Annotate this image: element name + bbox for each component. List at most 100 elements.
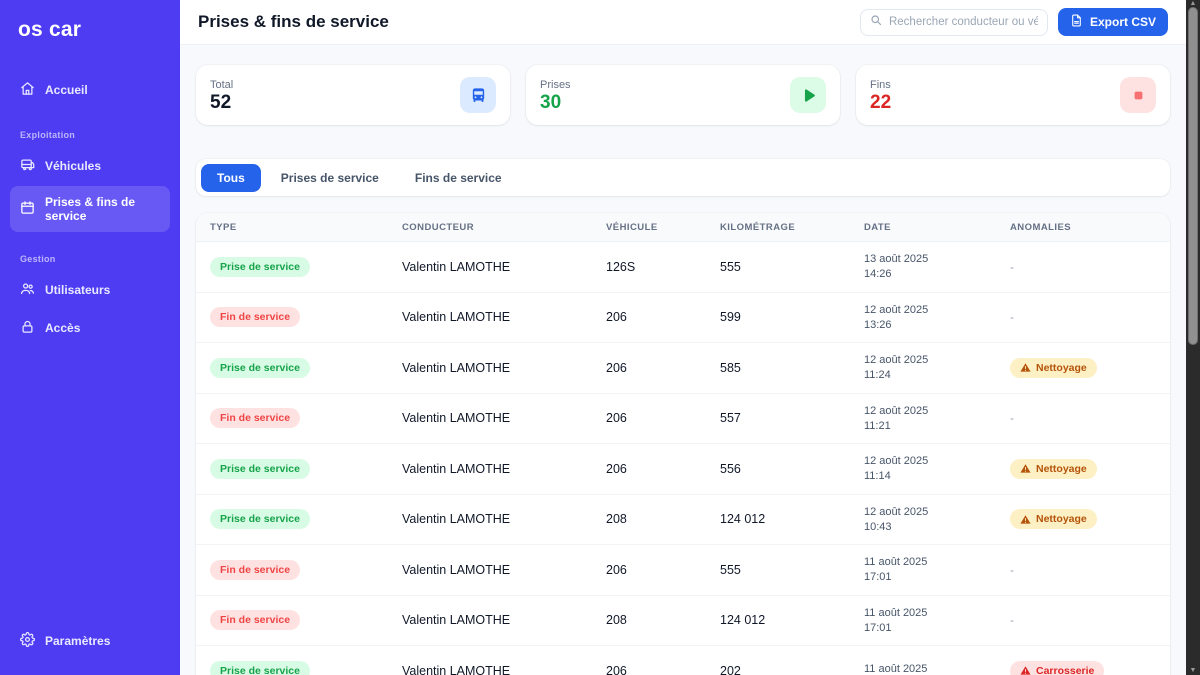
anomaly-label: Nettoyage xyxy=(1036,513,1087,525)
date-cell: 12 août 2025 10:43 xyxy=(850,506,996,533)
type-cell: Prise de service xyxy=(196,358,388,378)
table-row[interactable]: Prise de service Valentin LAMOTHE 206 58… xyxy=(196,343,1170,394)
type-cell: Prise de service xyxy=(196,257,388,277)
anomalies-cell: - xyxy=(996,308,1170,326)
app-logo: os car xyxy=(10,16,170,42)
conducteur-cell: Valentin LAMOTHE xyxy=(388,563,592,577)
time-text: 10:43 xyxy=(864,521,982,533)
table-row[interactable]: Prise de service Valentin LAMOTHE 206 20… xyxy=(196,646,1170,675)
tab-tous[interactable]: Tous xyxy=(201,164,261,192)
search-input[interactable] xyxy=(889,16,1038,28)
sidebar-item-label: Accès xyxy=(45,321,80,335)
tabs-strip: Tous Prises de service Fins de service xyxy=(196,159,1170,196)
stat-label: Prises xyxy=(540,79,571,91)
sidebar-item-label: Utilisateurs xyxy=(45,283,110,297)
sidebar-item-acces[interactable]: Accès xyxy=(10,310,170,346)
date-text: 12 août 2025 xyxy=(864,304,982,316)
anomaly-label: Nettoyage xyxy=(1036,362,1087,374)
csv-file-icon xyxy=(1070,14,1083,30)
kilometrage-cell: 556 xyxy=(706,462,850,476)
column-header-kilometrage: Kilométrage xyxy=(706,222,850,233)
search-box[interactable] xyxy=(860,9,1048,36)
anomaly-badge: Nettoyage xyxy=(1010,459,1097,479)
scrollbar-thumb[interactable] xyxy=(1188,7,1198,345)
date-cell: 11 août 2025 xyxy=(850,663,996,675)
column-header-conducteur: Conducteur xyxy=(388,222,592,233)
table-row[interactable]: Prise de service Valentin LAMOTHE 208 12… xyxy=(196,495,1170,546)
scrollbar-down-arrow[interactable]: ▼ xyxy=(1186,667,1200,675)
anomaly-badge: Carrosserie xyxy=(1010,661,1104,675)
kilometrage-cell: 555 xyxy=(706,563,850,577)
date-cell: 11 août 2025 17:01 xyxy=(850,556,996,583)
conducteur-cell: Valentin LAMOTHE xyxy=(388,613,592,627)
tab-fins-de-service[interactable]: Fins de service xyxy=(399,164,518,192)
window-scrollbar[interactable]: ▲ ▼ xyxy=(1186,0,1200,675)
no-anomaly-dash: - xyxy=(1010,260,1014,274)
type-badge: Fin de service xyxy=(210,560,300,580)
column-header-type: Type xyxy=(196,222,388,233)
kilometrage-cell: 555 xyxy=(706,260,850,274)
stats-row: Total 52 Prises 30 Fins 22 xyxy=(196,65,1170,125)
tab-prises-de-service[interactable]: Prises de service xyxy=(265,164,395,192)
sidebar-item-vehicules[interactable]: Véhicules xyxy=(10,148,170,184)
table-row[interactable]: Fin de service Valentin LAMOTHE 206 555 … xyxy=(196,545,1170,596)
anomalies-cell: - xyxy=(996,258,1170,276)
stat-value: 22 xyxy=(870,93,891,112)
sidebar-item-parametres[interactable]: Paramètres xyxy=(10,623,170,659)
topbar-actions: Export CSV xyxy=(860,8,1168,36)
type-badge: Prise de service xyxy=(210,358,310,378)
vehicule-cell: 208 xyxy=(592,613,706,627)
play-icon xyxy=(790,77,826,113)
anomalies-cell: - xyxy=(996,561,1170,579)
bus-icon xyxy=(460,77,496,113)
type-cell: Fin de service xyxy=(196,560,388,580)
sidebar-item-utilisateurs[interactable]: Utilisateurs xyxy=(10,272,170,308)
date-text: 12 août 2025 xyxy=(864,405,982,417)
content: Total 52 Prises 30 Fins 22 xyxy=(180,45,1186,675)
column-header-anomalies: Anomalies xyxy=(996,222,1170,233)
table-header-row: Type Conducteur Véhicule Kilométrage Dat… xyxy=(196,213,1170,242)
date-text: 11 août 2025 xyxy=(864,556,982,568)
vehicule-cell: 206 xyxy=(592,462,706,476)
table-body: Prise de service Valentin LAMOTHE 126S 5… xyxy=(196,242,1170,675)
conducteur-cell: Valentin LAMOTHE xyxy=(388,512,592,526)
anomaly-badge: Nettoyage xyxy=(1010,358,1097,378)
type-badge: Prise de service xyxy=(210,257,310,277)
warning-triangle-icon xyxy=(1020,463,1031,474)
time-text: 11:24 xyxy=(864,369,982,381)
table-row[interactable]: Prise de service Valentin LAMOTHE 126S 5… xyxy=(196,242,1170,293)
kilometrage-cell: 124 012 xyxy=(706,512,850,526)
anomaly-label: Nettoyage xyxy=(1036,463,1087,475)
bus-icon xyxy=(20,157,35,175)
table-row[interactable]: Fin de service Valentin LAMOTHE 206 557 … xyxy=(196,394,1170,445)
warning-triangle-icon xyxy=(1020,362,1031,373)
table-row[interactable]: Fin de service Valentin LAMOTHE 208 124 … xyxy=(196,596,1170,647)
date-cell: 12 août 2025 11:21 xyxy=(850,405,996,432)
no-anomaly-dash: - xyxy=(1010,411,1014,425)
date-text: 13 août 2025 xyxy=(864,253,982,265)
search-icon xyxy=(870,13,882,31)
sidebar-nav: Accueil Exploitation Véhicules Prises & … xyxy=(10,72,170,348)
type-cell: Prise de service xyxy=(196,661,388,675)
stat-value: 52 xyxy=(210,93,233,112)
anomaly-badge: Nettoyage xyxy=(1010,509,1097,529)
vehicule-cell: 206 xyxy=(592,361,706,375)
vehicule-cell: 206 xyxy=(592,563,706,577)
vehicule-cell: 208 xyxy=(592,512,706,526)
sidebar-item-prises-fins[interactable]: Prises & fins de service xyxy=(10,186,170,232)
main-area: Prises & fins de service Export CSV Tota… xyxy=(180,0,1186,675)
export-csv-button[interactable]: Export CSV xyxy=(1058,8,1168,36)
sidebar-item-accueil[interactable]: Accueil xyxy=(10,72,170,108)
type-badge: Fin de service xyxy=(210,307,300,327)
table-row[interactable]: Fin de service Valentin LAMOTHE 206 599 … xyxy=(196,293,1170,344)
sidebar-item-label: Véhicules xyxy=(45,159,101,173)
conducteur-cell: Valentin LAMOTHE xyxy=(388,664,592,675)
time-text: 13:26 xyxy=(864,319,982,331)
table-row[interactable]: Prise de service Valentin LAMOTHE 206 55… xyxy=(196,444,1170,495)
date-cell: 11 août 2025 17:01 xyxy=(850,607,996,634)
time-text: 11:21 xyxy=(864,420,982,432)
sidebar-item-label: Paramètres xyxy=(45,634,110,648)
page-title: Prises & fins de service xyxy=(198,12,389,32)
type-badge: Fin de service xyxy=(210,610,300,630)
date-text: 11 août 2025 xyxy=(864,607,982,619)
